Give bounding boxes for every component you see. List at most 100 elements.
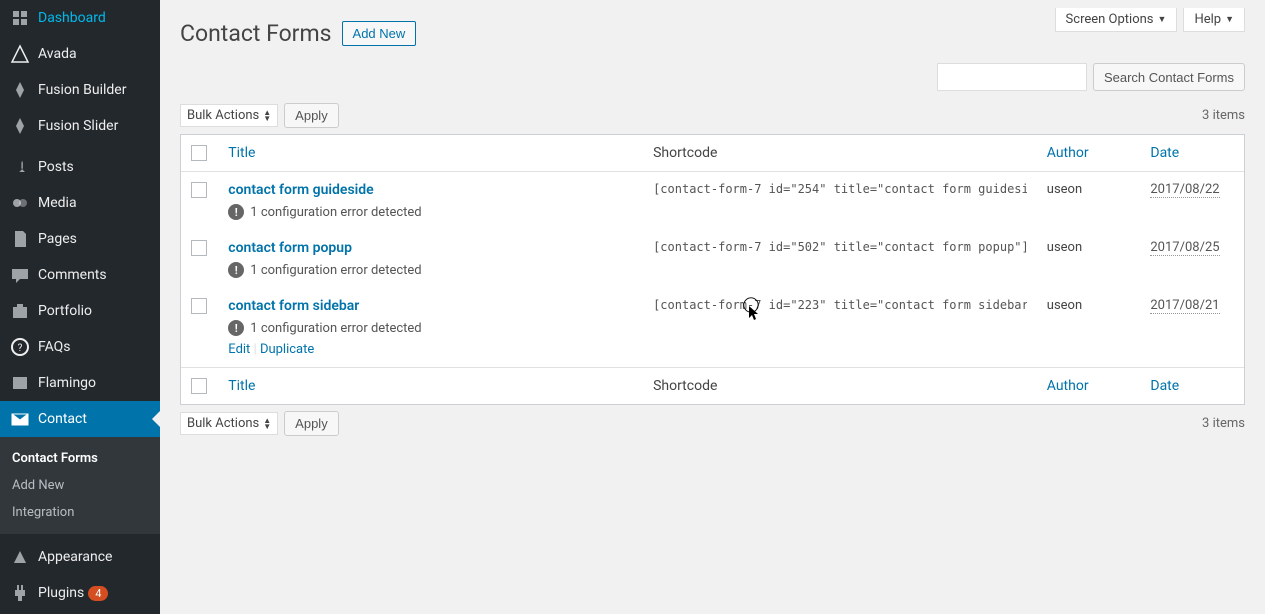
author-cell: useon (1037, 230, 1141, 288)
form-title-link[interactable]: contact form sidebar (228, 298, 359, 314)
column-title-bottom[interactable]: Title (228, 378, 255, 394)
appearance-icon (10, 547, 30, 567)
date-cell: 2017/08/25 (1150, 240, 1219, 256)
sidebar-item-posts[interactable]: Posts (0, 149, 160, 185)
sidebar-item-plugins[interactable]: Plugins 4 (0, 575, 160, 611)
column-author[interactable]: Author (1047, 145, 1089, 161)
submenu-item-contact-forms[interactable]: Contact Forms (0, 445, 160, 472)
config-error: !1 configuration error detected (228, 262, 633, 278)
column-date[interactable]: Date (1150, 145, 1179, 161)
sidebar-item-label: Fusion Slider (38, 118, 118, 134)
sidebar-item-fusion-slider[interactable]: Fusion Slider (0, 108, 160, 144)
search-button[interactable]: Search Contact Forms (1093, 63, 1245, 91)
chevron-down-icon: ▼ (1225, 14, 1234, 25)
form-title-link[interactable]: contact form guideside (228, 182, 373, 198)
sidebar-item-faqs[interactable]: ? FAQs (0, 329, 160, 365)
table-row: contact form popup !1 configuration error… (181, 230, 1244, 288)
sidebar-item-avada[interactable]: Avada (0, 36, 160, 72)
sidebar-item-flamingo[interactable]: Flamingo (0, 365, 160, 401)
sidebar-item-comments[interactable]: Comments (0, 257, 160, 293)
fusion-icon (10, 80, 30, 100)
row-checkbox[interactable] (191, 182, 207, 198)
warning-icon: ! (228, 204, 244, 220)
submenu-item-integration[interactable]: Integration (0, 499, 160, 526)
author-cell: useon (1037, 172, 1141, 230)
select-all-checkbox[interactable] (191, 145, 207, 161)
portfolio-icon (10, 301, 30, 321)
sidebar-item-label: Dashboard (38, 10, 106, 26)
sidebar-item-label: Avada (38, 46, 77, 62)
sidebar-item-label: Contact (38, 411, 87, 427)
mail-icon (10, 409, 30, 429)
shortcode-input[interactable] (653, 182, 1027, 196)
sidebar-item-label: Flamingo (38, 375, 96, 391)
search-input[interactable] (937, 63, 1087, 91)
sidebar-submenu: Contact FormsAdd NewIntegration (0, 437, 160, 534)
add-new-button[interactable]: Add New (342, 21, 417, 46)
forms-table: Title Shortcode Author Date contact form… (180, 134, 1245, 405)
sidebar-item-pages[interactable]: Pages (0, 221, 160, 257)
bulk-actions-select-bottom[interactable]: Bulk Actions▲▼ (180, 412, 278, 435)
column-title[interactable]: Title (228, 145, 255, 161)
edit-link[interactable]: Edit (228, 342, 250, 357)
sidebar-item-fusion-builder[interactable]: Fusion Builder (0, 72, 160, 108)
sidebar-item-dashboard[interactable]: Dashboard (0, 0, 160, 36)
config-error: !1 configuration error detected (228, 204, 633, 220)
shortcode-input[interactable] (653, 240, 1027, 254)
sidebar-item-label: Portfolio (38, 303, 92, 319)
warning-icon: ! (228, 262, 244, 278)
chevron-down-icon: ▼ (1158, 14, 1167, 25)
sidebar-item-label: Comments (38, 267, 107, 283)
item-count-bottom: 3 items (1202, 416, 1245, 431)
table-row: contact form sidebar !1 configuration err… (181, 288, 1244, 367)
duplicate-link[interactable]: Duplicate (260, 342, 314, 357)
column-shortcode: Shortcode (643, 135, 1037, 172)
submenu-item-add-new[interactable]: Add New (0, 472, 160, 499)
sidebar-item-media[interactable]: Media (0, 185, 160, 221)
sidebar-item-label: Appearance (38, 549, 112, 565)
author-cell: useon (1037, 288, 1141, 367)
media-icon (10, 193, 30, 213)
table-row: contact form guideside !1 configuration e… (181, 172, 1244, 230)
apply-button[interactable]: Apply (284, 103, 339, 128)
row-checkbox[interactable] (191, 298, 207, 314)
shortcode-input[interactable] (653, 298, 1027, 312)
sidebar-item-label: Fusion Builder (38, 82, 126, 98)
config-error: !1 configuration error detected (228, 320, 633, 336)
page-title: Contact Forms (180, 20, 332, 47)
svg-text:?: ? (18, 343, 23, 354)
row-checkbox[interactable] (191, 240, 207, 256)
sidebar-item-label: Plugins (38, 585, 84, 601)
flamingo-icon (10, 373, 30, 393)
sidebar-item-label: FAQs (38, 339, 71, 355)
column-author-bottom[interactable]: Author (1047, 378, 1089, 394)
pin-icon (10, 157, 30, 177)
sidebar-item-contact[interactable]: Contact (0, 401, 160, 437)
page-icon (10, 229, 30, 249)
update-badge: 4 (88, 586, 108, 601)
sidebar-item-portfolio[interactable]: Portfolio (0, 293, 160, 329)
avada-icon (10, 44, 30, 64)
select-all-checkbox-bottom[interactable] (191, 378, 207, 394)
dashboard-icon (10, 8, 30, 28)
plugin-icon (10, 583, 30, 603)
date-cell: 2017/08/22 (1150, 182, 1219, 198)
date-cell: 2017/08/21 (1150, 298, 1219, 314)
help-tab[interactable]: Help ▼ (1183, 8, 1245, 32)
column-shortcode-bottom: Shortcode (643, 367, 1037, 404)
sidebar-item-label: Posts (38, 159, 74, 175)
bulk-actions-select[interactable]: Bulk Actions▲▼ (180, 104, 278, 127)
form-title-link[interactable]: contact form popup (228, 240, 352, 256)
sidebar-item-label: Pages (38, 231, 77, 247)
fusion-icon (10, 116, 30, 136)
sidebar-item-label: Media (38, 195, 77, 211)
item-count: 3 items (1202, 108, 1245, 123)
faq-icon: ? (10, 337, 30, 357)
admin-sidebar: Dashboard Avada Fusion Builder Fusion Slide… (0, 0, 160, 614)
main-content: Screen Options ▼ Help ▼ Contact Forms Ad… (160, 0, 1265, 614)
screen-options-tab[interactable]: Screen Options ▼ (1055, 8, 1178, 32)
sidebar-item-appearance[interactable]: Appearance (0, 539, 160, 575)
column-date-bottom[interactable]: Date (1150, 378, 1179, 394)
warning-icon: ! (228, 320, 244, 336)
apply-button-bottom[interactable]: Apply (284, 411, 339, 436)
